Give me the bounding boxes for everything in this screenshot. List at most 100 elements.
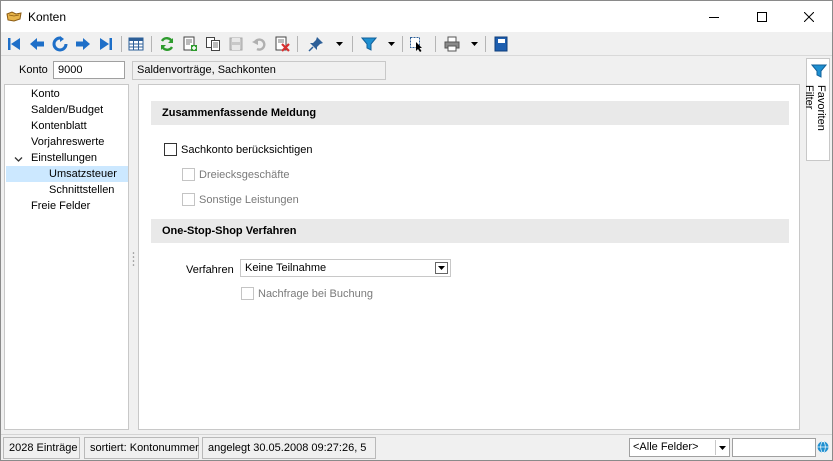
konto-description: Saldenvorträge, Sachkonten <box>132 61 386 80</box>
toolbar-separator <box>435 36 436 52</box>
close-icon <box>804 11 814 22</box>
new-record-button[interactable] <box>181 35 199 53</box>
nav-item-freie-felder[interactable]: Freie Felder <box>31 198 90 214</box>
checkbox-label: Sonstige Leistungen <box>199 193 299 206</box>
reload-button[interactable] <box>158 35 176 53</box>
close-button[interactable] <box>786 1 832 32</box>
undo-button[interactable] <box>250 35 268 53</box>
status-bar: 2028 Einträge sortiert: Kontonummer ange… <box>1 434 832 460</box>
cursor-select-icon <box>410 37 422 52</box>
status-entries: 2028 Einträge <box>3 437 80 459</box>
pin-button[interactable] <box>307 35 325 53</box>
checkbox-box[interactable] <box>182 193 195 206</box>
content-panel: Zusammenfassende Meldung Sachkonto berüc… <box>138 84 800 430</box>
refresh-record-button[interactable] <box>51 35 69 53</box>
dropdown-arrow-icon[interactable] <box>715 440 728 455</box>
hand-folder-icon <box>6 10 22 23</box>
window-title: Konten <box>28 10 67 24</box>
checkbox-dreiecksgeschaefte[interactable]: Dreiecksgeschäfte <box>182 168 290 181</box>
nav-item-schnittstellen[interactable]: Schnittstellen <box>49 182 114 198</box>
toolbar-separator <box>297 36 298 52</box>
first-record-button[interactable] <box>5 35 23 53</box>
minimize-icon <box>709 16 719 18</box>
caret-down-icon <box>336 42 343 46</box>
filter-dropdown-button[interactable] <box>387 35 396 53</box>
last-record-button[interactable] <box>97 35 115 53</box>
pin-dropdown-button[interactable] <box>335 35 344 53</box>
filter-button[interactable] <box>360 35 378 53</box>
minimize-button[interactable] <box>691 1 737 32</box>
checkbox-label: Nachfrage bei Buchung <box>258 287 373 300</box>
pin-icon <box>308 37 323 52</box>
next-record-button[interactable] <box>74 35 92 53</box>
splitter-grip[interactable] <box>132 251 135 267</box>
checkbox-nachfrage-bei-buchung[interactable]: Nachfrage bei Buchung <box>241 287 373 300</box>
globe-icon[interactable] <box>817 441 829 453</box>
section-header-one-stop-shop: One-Stop-Shop Verfahren <box>151 219 789 243</box>
nav-item-konto[interactable]: Konto <box>31 86 60 102</box>
status-created: angelegt 30.05.2008 09:27:26, 5 <box>202 437 376 459</box>
favorites-filter-tab[interactable]: Favoriten Filter <box>803 58 830 161</box>
toolbar-separator <box>352 36 353 52</box>
nav-item-kontenblatt[interactable]: Kontenblatt <box>31 118 87 134</box>
arrow-left-icon <box>30 38 44 50</box>
maximize-icon <box>757 11 767 22</box>
section-header-zusammenfassende-meldung: Zusammenfassende Meldung <box>151 101 789 125</box>
quick-search-input[interactable] <box>732 438 816 457</box>
verfahren-label: Verfahren <box>186 264 234 276</box>
arrow-right-icon <box>76 38 90 50</box>
toolbar <box>1 32 832 56</box>
filter-icon <box>811 64 827 78</box>
verfahren-select[interactable]: Keine Teilnahme <box>240 259 451 277</box>
select-cursor-button[interactable] <box>408 35 426 53</box>
nav-item-umsatzsteuer[interactable]: Umsatzsteuer <box>6 166 128 182</box>
nav-item-salden-budget[interactable]: Salden/Budget <box>31 102 103 118</box>
checkbox-sonstige-leistungen[interactable]: Sonstige Leistungen <box>182 193 299 206</box>
caret-down-icon <box>388 42 395 46</box>
reload-icon <box>160 37 174 51</box>
skip-first-icon <box>8 38 20 50</box>
checkbox-box[interactable] <box>241 287 254 300</box>
book-button[interactable] <box>492 35 510 53</box>
circular-arrow-icon <box>52 36 68 52</box>
undo-icon <box>252 38 266 51</box>
previous-record-button[interactable] <box>28 35 46 53</box>
book-icon <box>494 36 508 52</box>
checkbox-label: Dreiecksgeschäfte <box>199 168 290 181</box>
konto-label: Konto <box>19 64 48 76</box>
maximize-button[interactable] <box>739 1 785 32</box>
checkbox-box[interactable] <box>182 168 195 181</box>
dropdown-arrow-icon[interactable] <box>435 262 448 274</box>
filter-icon <box>361 37 377 51</box>
printer-icon <box>444 36 460 52</box>
table-icon <box>128 37 144 51</box>
print-dropdown-button[interactable] <box>470 35 479 53</box>
field-filter-combo[interactable]: <Alle Felder> <box>629 438 730 457</box>
toolbar-separator <box>402 36 403 52</box>
checkbox-sachkonto[interactable]: Sachkonto berücksichtigen <box>164 143 312 156</box>
nav-item-einstellungen[interactable]: Einstellungen <box>31 150 97 166</box>
checkbox-label: Sachkonto berücksichtigen <box>181 143 313 156</box>
skip-last-icon <box>100 38 112 50</box>
save-record-button[interactable] <box>227 35 245 53</box>
copy-record-button[interactable] <box>204 35 222 53</box>
save-icon <box>229 37 243 51</box>
nav-item-vorjahreswerte[interactable]: Vorjahreswerte <box>31 134 104 150</box>
navigation-tree: Konto Salden/Budget Kontenblatt Vorjahre… <box>4 84 129 430</box>
konto-number-input[interactable]: 9000 <box>53 61 125 79</box>
delete-record-button[interactable] <box>273 35 291 53</box>
toolbar-separator <box>485 36 486 52</box>
toolbar-separator <box>151 36 152 52</box>
print-button[interactable] <box>443 35 461 53</box>
favorites-filter-label: Favoriten Filter <box>803 85 827 131</box>
chevron-down-icon[interactable] <box>14 155 23 164</box>
konten-window: Konten Konto 9000 Saldenvorträge, Sachko… <box>0 0 833 461</box>
title-bar: Konten <box>1 1 832 32</box>
status-sort: sortiert: Kontonummer <box>84 437 199 459</box>
field-filter-value: <Alle Felder> <box>633 441 699 453</box>
caret-down-icon <box>471 42 478 46</box>
checkbox-box[interactable] <box>164 143 177 156</box>
table-view-button[interactable] <box>127 35 145 53</box>
delete-icon <box>275 36 290 52</box>
toolbar-separator <box>121 36 122 52</box>
